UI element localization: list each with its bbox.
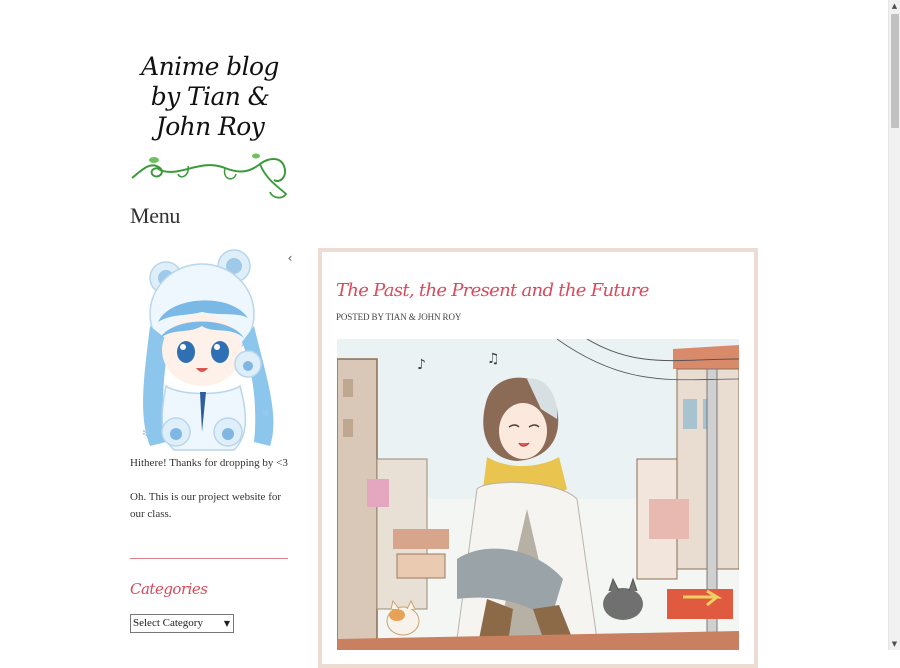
scroll-down-icon[interactable]: ▼	[889, 638, 900, 650]
sidebar-about-text: Oh. This is our project website for our …	[130, 491, 282, 520]
sidebar-avatar-image: ✻ ✻	[142, 249, 274, 451]
categories-heading: Categories	[130, 580, 208, 598]
menu-heading: Menu	[130, 203, 181, 228]
svg-text:✻: ✻	[142, 428, 150, 439]
scroll-up-icon[interactable]: ▲	[889, 0, 900, 12]
post-meta: POSTED BY TIAN & JOHN ROY	[336, 312, 462, 322]
svg-text:♪: ♪	[417, 357, 426, 373]
sidebar-greeting: Hithere! Thanks for dropping by <3	[130, 457, 288, 469]
caret-down-icon: ▼	[223, 619, 230, 628]
svg-text:✻: ✻	[262, 409, 270, 419]
site-title[interactable]: Anime blog by Tian & John Roy	[132, 52, 288, 142]
decorative-swirl	[131, 153, 288, 199]
page-scrollbar[interactable]: ▲ ▼	[888, 0, 900, 650]
category-select-value: Select Category	[133, 617, 203, 629]
scrollbar-thumb[interactable]	[891, 14, 899, 128]
post-featured-image[interactable]: ♪ ♫	[337, 339, 739, 650]
svg-text:♫: ♫	[487, 351, 500, 367]
category-select[interactable]: Select Category ▼	[130, 614, 234, 633]
post-title[interactable]: The Past, the Present and the Future	[336, 280, 649, 301]
sidebar-divider	[130, 558, 288, 559]
